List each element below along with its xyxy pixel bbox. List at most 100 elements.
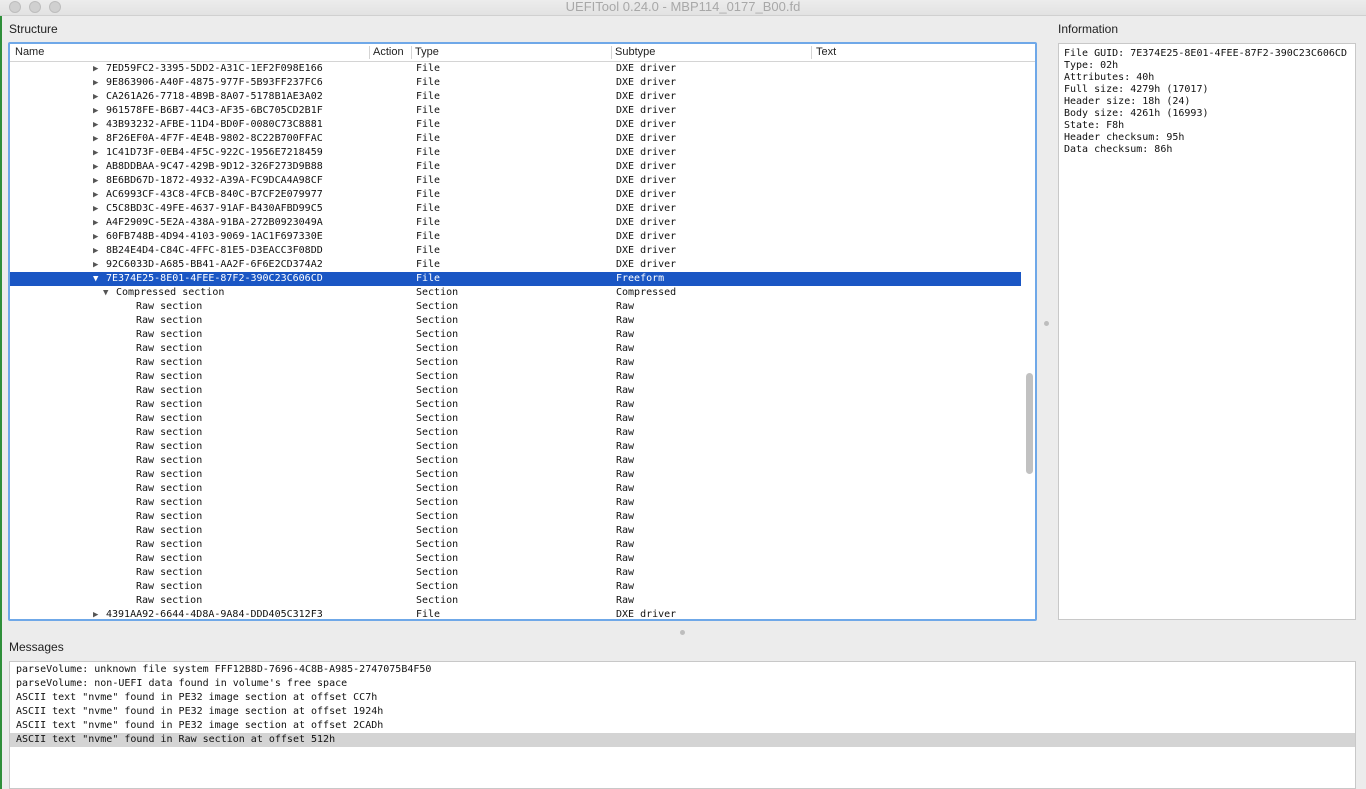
row-subtype: Raw: [616, 301, 635, 312]
column-header-subtype[interactable]: Subtype: [615, 46, 655, 58]
collapsed-arrow-icon[interactable]: ▶: [93, 147, 98, 159]
tree-row[interactable]: ▶ 4391AA92-6644-4D8A-9A84-DDD405C312F3 Fil…: [10, 608, 1021, 620]
collapsed-arrow-icon[interactable]: ▶: [93, 217, 98, 229]
tree-row[interactable]: Raw section Section Raw: [10, 398, 1021, 412]
message-item[interactable]: ASCII text "nvme" found in PE32 image se…: [10, 705, 1355, 719]
tree-row[interactable]: ▶ A4F2909C-5E2A-438A-91BA-272B0923049A Fil…: [10, 216, 1021, 230]
tree-row[interactable]: Raw section Section Raw: [10, 412, 1021, 426]
tree-row[interactable]: Raw section Section Raw: [10, 384, 1021, 398]
horizontal-splitter-handle[interactable]: [680, 630, 685, 635]
info-line: State: F8h: [1064, 120, 1125, 131]
tree-row[interactable]: ▶ 8B24E4D4-C84C-4FFC-81E5-D3EACC3F08DD Fil…: [10, 244, 1021, 258]
left-edge-strip: [0, 15, 2, 789]
tree-row[interactable]: ▶ 43B93232-AFBE-11D4-BD0F-0080C73C8881 Fil…: [10, 118, 1021, 132]
collapsed-arrow-icon[interactable]: ▶: [93, 77, 98, 89]
expanded-arrow-icon[interactable]: ▼: [103, 287, 108, 299]
row-name: Raw section: [136, 413, 203, 424]
tree-row[interactable]: ▶ 8E6BD67D-1872-4932-A39A-FC9DCA4A98CF Fil…: [10, 174, 1021, 188]
column-header-name[interactable]: Name: [15, 46, 44, 58]
column-header-action[interactable]: Action: [373, 46, 404, 58]
row-name: Raw section: [136, 441, 203, 452]
row-name: 961578FE-B6B7-44C3-AF35-6BC705CD2B1F: [106, 105, 323, 116]
tree-scrollbar[interactable]: [1025, 62, 1035, 619]
tree-row[interactable]: ▶ 92C6033D-A685-BB41-AA2F-6F6E2CD374A2 Fil…: [10, 258, 1021, 272]
collapsed-arrow-icon[interactable]: ▶: [93, 63, 98, 75]
message-item[interactable]: parseVolume: non-UEFI data found in volu…: [10, 677, 1355, 691]
tree-row[interactable]: Raw section Section Raw: [10, 566, 1021, 580]
tree-row[interactable]: ▶ 60FB748B-4D94-4103-9069-1AC1F697330E Fil…: [10, 230, 1021, 244]
tree-row[interactable]: Raw section Section Raw: [10, 468, 1021, 482]
information-panel[interactable]: File GUID: 7E374E25-8E01-4FEE-87F2-390C2…: [1058, 43, 1356, 620]
row-subtype: DXE driver: [616, 217, 677, 228]
collapsed-arrow-icon[interactable]: ▶: [93, 203, 98, 215]
row-subtype: Raw: [616, 581, 635, 592]
tree-row[interactable]: ▶ 961578FE-B6B7-44C3-AF35-6BC705CD2B1F Fil…: [10, 104, 1021, 118]
tree-row[interactable]: ▶ 7ED59FC2-3395-5DD2-A31C-1EF2F098E166 Fil…: [10, 62, 1021, 76]
row-subtype: Raw: [616, 497, 635, 508]
tree-row[interactable]: Raw section Section Raw: [10, 580, 1021, 594]
collapsed-arrow-icon[interactable]: ▶: [93, 133, 98, 145]
column-header-text[interactable]: Text: [816, 46, 836, 58]
tree-row[interactable]: Raw section Section Raw: [10, 426, 1021, 440]
row-type: File: [416, 63, 441, 74]
tree-row[interactable]: Raw section Section Raw: [10, 594, 1021, 608]
collapsed-arrow-icon[interactable]: ▶: [93, 245, 98, 257]
tree-row[interactable]: ▼ Compressed section Section Compressed: [10, 286, 1021, 300]
row-name: 43B93232-AFBE-11D4-BD0F-0080C73C8881: [106, 119, 323, 130]
collapsed-arrow-icon[interactable]: ▶: [93, 91, 98, 103]
message-item[interactable]: ASCII text "nvme" found in Raw section a…: [10, 733, 1355, 747]
row-name: Raw section: [136, 315, 203, 326]
tree-scrollbar-thumb[interactable]: [1026, 373, 1033, 474]
tree-row[interactable]: Raw section Section Raw: [10, 496, 1021, 510]
collapsed-arrow-icon[interactable]: ▶: [93, 119, 98, 131]
structure-tree[interactable]: Name Action Type Subtype Text ▶ 7ED59FC2-…: [8, 42, 1037, 621]
column-header-type[interactable]: Type: [415, 46, 439, 58]
info-line: Header size: 18h (24): [1064, 96, 1191, 107]
tree-row[interactable]: ▶ C5C8BD3C-49FE-4637-91AF-B430AFBD99C5 Fil…: [10, 202, 1021, 216]
expanded-arrow-icon[interactable]: ▼: [93, 273, 98, 285]
tree-row[interactable]: Raw section Section Raw: [10, 510, 1021, 524]
tree-row[interactable]: ▶ 9E863906-A40F-4875-977F-5B93FF237FC6 Fil…: [10, 76, 1021, 90]
tree-row[interactable]: Raw section Section Raw: [10, 552, 1021, 566]
tree-row[interactable]: Raw section Section Raw: [10, 300, 1021, 314]
collapsed-arrow-icon[interactable]: ▶: [93, 259, 98, 271]
tree-row[interactable]: ▶ CA261A26-7718-4B9B-8A07-5178B1AE3A02 Fil…: [10, 90, 1021, 104]
tree-row[interactable]: Raw section Section Raw: [10, 356, 1021, 370]
collapsed-arrow-icon[interactable]: ▶: [93, 175, 98, 187]
info-line: Data checksum: 86h: [1064, 144, 1173, 155]
row-name: Raw section: [136, 511, 203, 522]
collapsed-arrow-icon[interactable]: ▶: [93, 189, 98, 201]
collapsed-arrow-icon[interactable]: ▶: [93, 231, 98, 243]
tree-row[interactable]: Raw section Section Raw: [10, 482, 1021, 496]
tree-row[interactable]: ▶ 8F26EF0A-4F7F-4E4B-9802-8C22B700FFAC Fil…: [10, 132, 1021, 146]
row-name: Raw section: [136, 301, 203, 312]
tree-row[interactable]: ▶ AC6993CF-43C8-4FCB-840C-B7CF2E079977 Fil…: [10, 188, 1021, 202]
row-type: Section: [416, 301, 459, 312]
tree-row[interactable]: Raw section Section Raw: [10, 314, 1021, 328]
message-item[interactable]: ASCII text "nvme" found in PE32 image se…: [10, 719, 1355, 733]
message-item[interactable]: parseVolume: unknown file system FFF12B8…: [10, 663, 1355, 677]
row-type: Section: [416, 315, 459, 326]
tree-row[interactable]: Raw section Section Raw: [10, 328, 1021, 342]
row-type: Section: [416, 483, 459, 494]
collapsed-arrow-icon[interactable]: ▶: [93, 161, 98, 173]
tree-row[interactable]: Raw section Section Raw: [10, 524, 1021, 538]
message-item[interactable]: ASCII text "nvme" found in PE32 image se…: [10, 691, 1355, 705]
tree-row[interactable]: Raw section Section Raw: [10, 454, 1021, 468]
tree-row[interactable]: ▶ AB8DDBAA-9C47-429B-9D12-326F273D9B88 Fil…: [10, 160, 1021, 174]
row-type: File: [416, 609, 441, 620]
vertical-splitter-handle[interactable]: [1044, 321, 1049, 326]
tree-row[interactable]: ▶ 1C41D73F-0EB4-4F5C-922C-1956E7218459 Fil…: [10, 146, 1021, 160]
row-subtype: DXE driver: [616, 609, 677, 620]
messages-list[interactable]: parseVolume: unknown file system FFF12B8…: [9, 661, 1356, 789]
tree-row[interactable]: Raw section Section Raw: [10, 342, 1021, 356]
collapsed-arrow-icon[interactable]: ▶: [93, 105, 98, 117]
tree-row[interactable]: Raw section Section Raw: [10, 370, 1021, 384]
collapsed-arrow-icon[interactable]: ▶: [93, 609, 98, 619]
row-subtype: Raw: [616, 441, 635, 452]
message-text: ASCII text "nvme" found in PE32 image se…: [16, 692, 378, 703]
tree-row[interactable]: Raw section Section Raw: [10, 538, 1021, 552]
tree-row[interactable]: ▼ 7E374E25-8E01-4FEE-87F2-390C23C606CD Fil…: [10, 272, 1021, 286]
tree-row[interactable]: Raw section Section Raw: [10, 440, 1021, 454]
info-line: File GUID: 7E374E25-8E01-4FEE-87F2-390C2…: [1064, 48, 1347, 59]
